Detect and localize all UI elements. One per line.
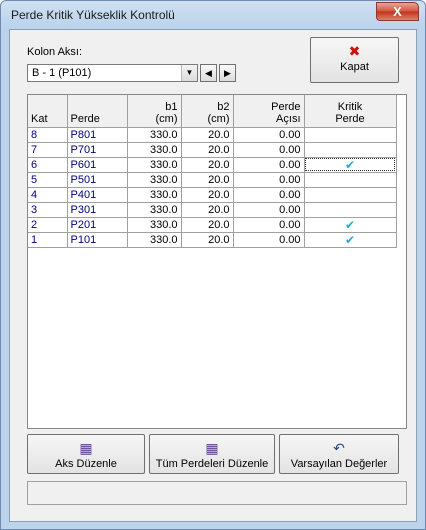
perde-table: Kat Perde b1 (cm) b2 (cm) Perde Açısı Kriti… bbox=[28, 95, 397, 248]
table-row[interactable]: 8 P801 330.0 20.0 0.00 bbox=[28, 127, 397, 143]
cell-b2: 20.0 bbox=[181, 202, 234, 218]
cell-b1: 330.0 bbox=[127, 157, 182, 173]
cell-b2: 20.0 bbox=[181, 127, 234, 143]
cell-perde: P301 bbox=[67, 202, 128, 218]
cell-kat: 7 bbox=[28, 142, 68, 158]
cell-kat: 3 bbox=[28, 202, 68, 218]
cell-kat: 6 bbox=[28, 157, 68, 173]
perde-grid[interactable]: Kat Perde b1 (cm) b2 (cm) Perde Açısı Kriti… bbox=[27, 94, 407, 429]
tum-perdeleri-duzenle-button[interactable]: ▦ Tüm Perdeleri Düzenle bbox=[149, 434, 275, 474]
cell-perde: P501 bbox=[67, 172, 128, 188]
window-title: Perde Kritik Yükseklik Kontrolü bbox=[11, 8, 175, 22]
next-button[interactable]: ▶ bbox=[219, 64, 236, 82]
chevron-down-icon[interactable]: ▼ bbox=[181, 65, 197, 81]
cell-aci: 0.00 bbox=[233, 187, 305, 203]
cell-b1: 330.0 bbox=[127, 217, 182, 233]
col-header-b2[interactable]: b2 (cm) bbox=[181, 95, 234, 128]
kolon-aksi-select[interactable]: B - 1 (P101) ▼ bbox=[27, 64, 198, 82]
dialog-window: Perde Kritik Yükseklik Kontrolü X Kolon … bbox=[0, 0, 426, 530]
cell-b2: 20.0 bbox=[181, 172, 234, 188]
cell-kritik[interactable]: ✔ bbox=[304, 157, 397, 173]
cell-kritik[interactable] bbox=[304, 172, 397, 188]
title-bar[interactable]: Perde Kritik Yükseklik Kontrolü X bbox=[1, 1, 425, 29]
cell-b1: 330.0 bbox=[127, 187, 182, 203]
cell-perde: P101 bbox=[67, 232, 128, 248]
kapat-label: Kapat bbox=[340, 61, 369, 73]
cell-aci: 0.00 bbox=[233, 172, 305, 188]
cell-kat: 2 bbox=[28, 217, 68, 233]
cell-b2: 20.0 bbox=[181, 142, 234, 158]
col-header-aci[interactable]: Perde Açısı bbox=[233, 95, 305, 128]
cell-b1: 330.0 bbox=[127, 172, 182, 188]
table-row[interactable]: 1 P101 330.0 20.0 0.00 ✔ bbox=[28, 232, 397, 248]
tum-perdeleri-duzenle-label: Tüm Perdeleri Düzenle bbox=[155, 458, 269, 470]
kolon-aksi-value: B - 1 (P101) bbox=[32, 67, 92, 79]
varsayilan-degerler-button[interactable]: ↶ Varsayılan Değerler bbox=[279, 434, 399, 474]
cell-b2: 20.0 bbox=[181, 232, 234, 248]
cell-perde: P201 bbox=[67, 217, 128, 233]
cell-kritik[interactable] bbox=[304, 187, 397, 203]
cell-kritik[interactable] bbox=[304, 202, 397, 218]
cell-aci: 0.00 bbox=[233, 217, 305, 233]
aks-duzenle-label: Aks Düzenle bbox=[55, 458, 117, 470]
cell-kat: 1 bbox=[28, 232, 68, 248]
cell-perde: P601 bbox=[67, 157, 128, 173]
close-x-icon: ✖ bbox=[348, 43, 361, 59]
cell-perde: P701 bbox=[67, 142, 128, 158]
cell-aci: 0.00 bbox=[233, 127, 305, 143]
cell-aci: 0.00 bbox=[233, 142, 305, 158]
close-icon: X bbox=[393, 4, 402, 19]
cell-kat: 4 bbox=[28, 187, 68, 203]
col-header-kritik[interactable]: Kritik Perde bbox=[304, 95, 397, 128]
table-row[interactable]: 3 P301 330.0 20.0 0.00 bbox=[28, 202, 397, 218]
cell-b2: 20.0 bbox=[181, 187, 234, 203]
edit-table-icon: ▦ bbox=[79, 440, 93, 456]
cell-kritik[interactable]: ✔ bbox=[304, 232, 397, 248]
arrow-left-icon: ◀ bbox=[205, 68, 212, 78]
cell-b2: 20.0 bbox=[181, 217, 234, 233]
prev-button[interactable]: ◀ bbox=[200, 64, 217, 82]
col-header-b1[interactable]: b1 (cm) bbox=[127, 95, 182, 128]
cell-kat: 5 bbox=[28, 172, 68, 188]
table-row[interactable]: 7 P701 330.0 20.0 0.00 bbox=[28, 142, 397, 158]
cell-b1: 330.0 bbox=[127, 202, 182, 218]
undo-icon: ↶ bbox=[333, 440, 345, 456]
cell-b2: 20.0 bbox=[181, 157, 234, 173]
window-close-button[interactable]: X bbox=[376, 2, 419, 21]
kolon-aksi-label: Kolon Aksı: bbox=[27, 46, 83, 58]
cell-b1: 330.0 bbox=[127, 142, 182, 158]
cell-perde: P801 bbox=[67, 127, 128, 143]
cell-aci: 0.00 bbox=[233, 157, 305, 173]
cell-kritik[interactable]: ✔ bbox=[304, 217, 397, 233]
aks-duzenle-button[interactable]: ▦ Aks Düzenle bbox=[27, 434, 145, 474]
arrow-right-icon: ▶ bbox=[224, 68, 231, 78]
cell-kritik[interactable] bbox=[304, 142, 397, 158]
kapat-button[interactable]: ✖ Kapat bbox=[310, 37, 399, 83]
table-row[interactable]: 5 P501 330.0 20.0 0.00 bbox=[28, 172, 397, 188]
edit-table-icon: ▦ bbox=[205, 440, 219, 456]
cell-aci: 0.00 bbox=[233, 202, 305, 218]
cell-kritik[interactable] bbox=[304, 127, 397, 143]
cell-b1: 330.0 bbox=[127, 127, 182, 143]
col-header-kat[interactable]: Kat bbox=[28, 95, 68, 128]
table-row[interactable]: 4 P401 330.0 20.0 0.00 bbox=[28, 187, 397, 203]
dialog-client: Kolon Aksı: B - 1 (P101) ▼ ◀ ▶ ✖ Kapat K… bbox=[9, 29, 417, 522]
cell-b1: 330.0 bbox=[127, 232, 182, 248]
status-bar bbox=[27, 481, 407, 505]
cell-perde: P401 bbox=[67, 187, 128, 203]
table-row[interactable]: 2 P201 330.0 20.0 0.00 ✔ bbox=[28, 217, 397, 233]
cell-aci: 0.00 bbox=[233, 232, 305, 248]
col-header-perde[interactable]: Perde bbox=[67, 95, 128, 128]
varsayilan-degerler-label: Varsayılan Değerler bbox=[290, 458, 388, 470]
cell-kat: 8 bbox=[28, 127, 68, 143]
table-header-row: Kat Perde b1 (cm) b2 (cm) Perde Açısı Kriti… bbox=[28, 95, 397, 128]
table-row[interactable]: 6 P601 330.0 20.0 0.00 ✔ bbox=[28, 157, 397, 173]
